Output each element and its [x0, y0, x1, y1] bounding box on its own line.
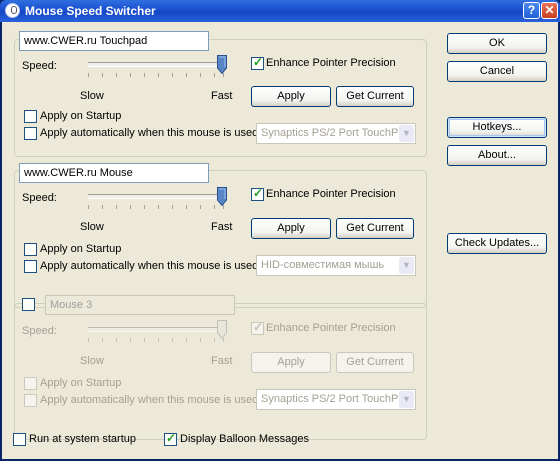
enhance-precision-checkbox-3 [251, 320, 264, 335]
speed-slider-ticks [88, 205, 224, 210]
chevron-down-icon: ▼ [399, 391, 414, 408]
device-select-value: Synaptics PS/2 Port TouchPad [261, 393, 411, 405]
display-balloon-label: Display Balloon Messages [180, 433, 310, 445]
check-updates-button[interactable]: Check Updates... [447, 233, 547, 254]
mouse-name-input-1[interactable]: www.CWER.ru Touchpad [19, 31, 209, 51]
speed-slider-ticks [88, 73, 224, 78]
dialog-client: www.CWER.ru Touchpad Speed: Slow Fast En… [2, 22, 558, 459]
device-select-3: Synaptics PS/2 Port TouchPad ▼ [256, 389, 416, 410]
hotkeys-button[interactable]: Hotkeys... [447, 117, 547, 138]
speed-slider-thumb-1[interactable] [217, 55, 227, 74]
mouse-name-input-3: Mouse 3 [45, 295, 235, 315]
apply-on-startup-checkbox-1[interactable] [24, 110, 37, 123]
run-at-startup-label: Run at system startup [29, 433, 136, 445]
get-current-button-3: Get Current [336, 352, 414, 373]
title-bar: Mouse Speed Switcher ? ✕ [0, 0, 560, 22]
enhance-precision-checkbox-1[interactable] [251, 55, 264, 70]
slow-label: Slow [80, 355, 104, 367]
apply-on-startup-label: Apply on Startup [40, 243, 122, 255]
apply-auto-label: Apply automatically when this mouse is u… [40, 394, 262, 406]
speed-slider-track-1 [88, 62, 224, 67]
speed-slider-thumb-3 [217, 320, 227, 339]
get-current-button-1[interactable]: Get Current [336, 86, 414, 107]
enhance-precision-checkbox-2[interactable] [251, 186, 264, 201]
run-at-startup-checkbox[interactable] [13, 433, 26, 446]
ok-button[interactable]: OK [447, 33, 547, 54]
fast-label: Fast [211, 90, 233, 102]
mouse-app-icon [5, 3, 20, 18]
help-button[interactable]: ? [523, 2, 540, 19]
mouse-name-input-2[interactable]: www.CWER.ru Mouse [19, 163, 209, 183]
enhance-precision-label: Enhance Pointer Precision [266, 188, 396, 200]
apply-auto-checkbox-2[interactable] [24, 260, 37, 273]
speed-label: Speed: [22, 325, 57, 337]
fast-label: Fast [211, 355, 233, 367]
device-select-1[interactable]: Synaptics PS/2 Port TouchPad ▼ [256, 123, 416, 144]
apply-auto-label: Apply automatically when this mouse is u… [40, 127, 262, 139]
apply-on-startup-checkbox-2[interactable] [24, 243, 37, 256]
apply-button-3: Apply [251, 352, 331, 373]
device-select-2[interactable]: HID-совместимая мышь ▼ [256, 255, 416, 276]
apply-auto-checkbox-3 [24, 394, 37, 407]
speed-slider-ticks [88, 338, 224, 343]
get-current-button-2[interactable]: Get Current [336, 218, 414, 239]
apply-auto-label: Apply automatically when this mouse is u… [40, 260, 262, 272]
speed-slider-thumb-2[interactable] [217, 187, 227, 206]
apply-button-2[interactable]: Apply [251, 218, 331, 239]
chevron-down-icon: ▼ [399, 257, 414, 274]
chevron-down-icon: ▼ [399, 125, 414, 142]
enhance-precision-label: Enhance Pointer Precision [266, 57, 396, 69]
close-button[interactable]: ✕ [541, 2, 558, 19]
window: Mouse Speed Switcher ? ✕ www.CWER.ru Tou… [0, 0, 560, 461]
enhance-precision-label: Enhance Pointer Precision [266, 322, 396, 334]
apply-button-1[interactable]: Apply [251, 86, 331, 107]
apply-on-startup-label: Apply on Startup [40, 377, 122, 389]
device-select-value: Synaptics PS/2 Port TouchPad [261, 127, 411, 139]
device-select-value: HID-совместимая мышь [261, 259, 385, 271]
apply-auto-checkbox-1[interactable] [24, 127, 37, 140]
about-button[interactable]: About... [447, 145, 547, 166]
enable-mouse-3-checkbox[interactable] [22, 298, 35, 311]
speed-label: Speed: [22, 60, 57, 72]
display-balloon-checkbox[interactable] [164, 431, 177, 446]
apply-on-startup-checkbox-3 [24, 377, 37, 390]
speed-slider-track-2 [88, 194, 224, 199]
cancel-button[interactable]: Cancel [447, 61, 547, 82]
speed-label: Speed: [22, 192, 57, 204]
slow-label: Slow [80, 90, 104, 102]
apply-on-startup-label: Apply on Startup [40, 110, 122, 122]
window-title: Mouse Speed Switcher [25, 4, 156, 18]
fast-label: Fast [211, 221, 233, 233]
slow-label: Slow [80, 221, 104, 233]
speed-slider-track-3 [88, 327, 224, 332]
